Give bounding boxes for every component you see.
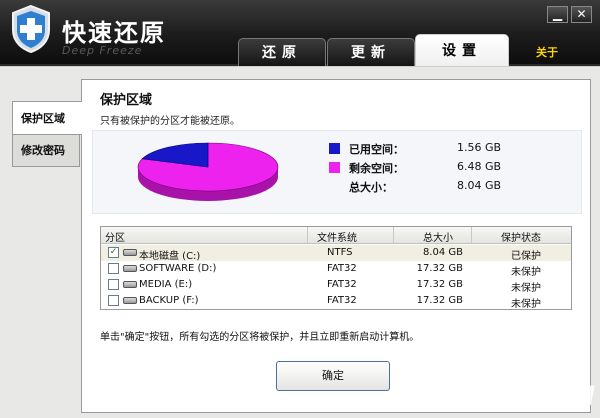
partition-status: 未保护 (511, 267, 541, 278)
used-swatch (329, 143, 340, 154)
partition-status: 未保护 (511, 299, 541, 310)
disk-usage-pie (137, 142, 279, 201)
settings-panel: 保护区域 只有被保护的分区才能被还原。 已用空间： 1.56 GB 剩余空间： … (81, 79, 591, 413)
legend-label: 已用空间： (349, 143, 404, 156)
disk-icon (123, 265, 137, 272)
shield-logo-icon (12, 4, 50, 54)
partition-total: 8.04 GB (422, 247, 463, 258)
legend-label: 总大小： (349, 181, 393, 194)
legend-total: 总大小： 8.04 GB (329, 177, 569, 196)
row-checkbox[interactable] (108, 263, 119, 274)
confirm-note: 单击"确定"按钮，所有勾选的分区将被保护，并且立即重新启动计算机。 (100, 332, 420, 343)
legend-used: 已用空间： 1.56 GB (329, 139, 569, 158)
disk-icon (123, 249, 137, 256)
table-row[interactable]: BACKUP (F:) FAT32 17.32 GB 未保护 (101, 293, 571, 310)
header-total-size[interactable]: 总大小 (423, 229, 453, 244)
legend-value: 8.04 GB (457, 179, 502, 192)
partition-status: 已保护 (511, 251, 541, 262)
legend-value: 1.56 GB (457, 141, 502, 154)
partition-status: 未保护 (511, 283, 541, 294)
legend-label: 剩余空间： (349, 162, 404, 175)
disk-icon (123, 281, 137, 288)
close-button[interactable]: ✕ (571, 6, 592, 23)
header-protect-status[interactable]: 保护状态 (501, 229, 541, 244)
minimize-button[interactable]: ▁ (547, 6, 568, 23)
partition-fs: FAT32 (327, 279, 357, 290)
partition-fs: NTFS (327, 247, 353, 258)
about-link[interactable]: 关于 (536, 44, 558, 60)
partition-total: 17.32 GB (416, 295, 463, 306)
table-row[interactable]: SOFTWARE (D:) FAT32 17.32 GB 未保护 (101, 261, 571, 278)
partition-total: 17.32 GB (416, 263, 463, 274)
section-description: 只有被保护的分区才能被还原。 (100, 116, 240, 127)
tab-settings[interactable]: 设置 (415, 34, 509, 66)
header-filesystem[interactable]: 文件系统 (317, 229, 357, 244)
app-subtitle: Deep Freeze (62, 44, 143, 57)
row-checkbox[interactable] (108, 295, 119, 306)
section-title: 保护区域 (100, 93, 153, 108)
title-bar: 快速还原 Deep Freeze ▁ ✕ 还原 更新 设置 关于 (0, 0, 600, 66)
partition-name: BACKUP (F:) (139, 295, 199, 306)
legend-value: 6.48 GB (457, 160, 502, 173)
partition-total: 17.32 GB (416, 279, 463, 290)
sidebar-item-protect-area[interactable]: 保护区域 (12, 101, 82, 135)
watermark-sub: xpgod (500, 382, 596, 412)
table-row[interactable]: MEDIA (E:) FAT32 17.32 GB 未保护 (101, 277, 571, 294)
partition-name: MEDIA (E:) (139, 279, 193, 290)
free-swatch (329, 162, 340, 173)
tab-restore[interactable]: 还原 (238, 38, 326, 66)
partition-name: SOFTWARE (D:) (139, 263, 217, 274)
ok-button[interactable]: 确定 (276, 361, 390, 391)
table-header: 分区 文件系统 总大小 保护状态 (101, 227, 571, 244)
disk-icon (123, 297, 137, 304)
watermark: 系统天堂 xpgod (470, 364, 598, 416)
partition-fs: FAT32 (327, 295, 357, 306)
header-partition[interactable]: 分区 (105, 229, 125, 244)
table-row[interactable]: ✓ 本地磁盘 (C:) NTFS 8.04 GB 已保护 (101, 245, 571, 262)
sidebar-item-change-password[interactable]: 修改密码 (12, 133, 80, 167)
partition-fs: FAT32 (327, 263, 357, 274)
watermark-text: 系统天堂 (492, 367, 552, 383)
app-title: 快速还原 (62, 19, 166, 47)
row-checkbox[interactable] (108, 279, 119, 290)
disk-usage-area: 已用空间： 1.56 GB 剩余空间： 6.48 GB 总大小： 8.04 GB (92, 130, 582, 214)
usage-legend: 已用空间： 1.56 GB 剩余空间： 6.48 GB 总大小： 8.04 GB (329, 139, 569, 196)
partition-name: 本地磁盘 (C:) (139, 251, 201, 262)
tab-update[interactable]: 更新 (327, 38, 415, 66)
row-checkbox[interactable]: ✓ (108, 247, 119, 258)
legend-free: 剩余空间： 6.48 GB (329, 158, 569, 177)
partition-table: 分区 文件系统 总大小 保护状态 ✓ 本地磁盘 (C:) NTFS 8.04 G… (100, 226, 572, 310)
